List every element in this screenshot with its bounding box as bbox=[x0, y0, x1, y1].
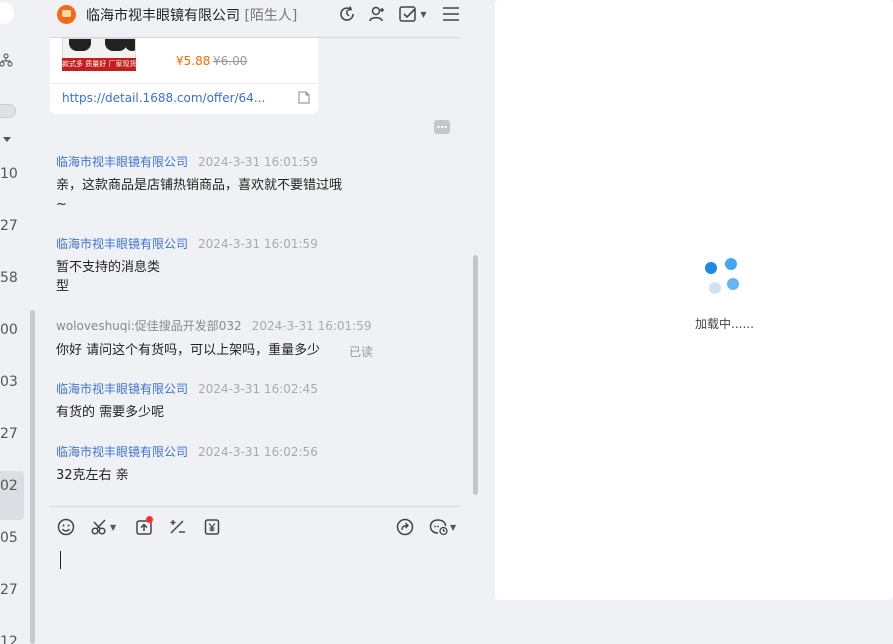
sidebar-scrollbar[interactable] bbox=[30, 310, 35, 644]
conversation-time: 27 bbox=[0, 218, 18, 234]
scissors-icon[interactable]: ▼ bbox=[91, 517, 116, 537]
chat-history-icon[interactable]: ▼ bbox=[429, 517, 456, 537]
doc-icon[interactable] bbox=[298, 91, 310, 108]
message-meta: 临海市视丰眼镜有限公司 2024-3-31 16:02:45 bbox=[56, 380, 318, 397]
chat-header: 临海市视丰眼镜有限公司 [陌生人] ▼ bbox=[36, 0, 481, 28]
card-divider bbox=[50, 83, 318, 84]
notification-dot bbox=[146, 516, 153, 523]
input-divider bbox=[50, 506, 460, 507]
message-time: 2024-3-31 16:02:56 bbox=[198, 445, 318, 459]
avatar-partial[interactable] bbox=[0, 2, 14, 24]
chat-title: 临海市视丰眼镜有限公司 [陌生人] bbox=[86, 5, 297, 25]
share-icon[interactable] bbox=[396, 517, 414, 537]
detail-pane: 加载中...... bbox=[495, 0, 893, 600]
conversation-time: 27 bbox=[0, 582, 18, 598]
message-sender[interactable]: 临海市视丰眼镜有限公司 bbox=[56, 155, 188, 169]
product-price: ¥5.88 bbox=[176, 54, 211, 68]
org-tree-icon[interactable] bbox=[0, 53, 14, 67]
message-text: 有货的 需要多少呢 bbox=[56, 405, 165, 420]
conversation-time: 05 bbox=[0, 530, 18, 546]
conversation-time: 27 bbox=[0, 426, 18, 442]
toggle-switch[interactable] bbox=[0, 104, 16, 118]
message-meta: 临海市视丰眼镜有限公司 2024-3-31 16:01:59 bbox=[56, 153, 318, 170]
message-sender[interactable]: 临海市视丰眼镜有限公司 bbox=[56, 237, 188, 251]
stranger-tag: [陌生人] bbox=[244, 8, 298, 24]
conversation-time: 12 bbox=[0, 634, 18, 644]
message-time: 2024-3-31 16:01:59 bbox=[198, 155, 318, 169]
message-input[interactable] bbox=[60, 551, 61, 569]
message-text: 暂不支持的消息类 型 bbox=[56, 260, 161, 294]
message-time: 2024-3-31 16:01:59 bbox=[198, 237, 318, 251]
more-options-icon[interactable] bbox=[434, 120, 450, 134]
product-image-caption: 款式多 质量好 厂家现货 bbox=[62, 58, 136, 71]
product-card[interactable]: 款式多 质量好 厂家现货 ¥5.88 ¥6.00 https://detail.… bbox=[50, 38, 318, 114]
menu-icon[interactable] bbox=[440, 3, 462, 25]
message-text: 亲，这款商品是店铺热销商品，喜欢就不要错过哦 ~ bbox=[56, 178, 343, 212]
message-meta: woloveshuqi:促佳搜品开发部032 2024-3-31 16:01:59 bbox=[56, 317, 372, 334]
add-user-icon[interactable] bbox=[366, 3, 388, 25]
chat-panel: 临海市视丰眼镜有限公司 [陌生人] ▼ 款式多 质量好 厂家现货 ¥5.88 ¥… bbox=[36, 0, 481, 644]
caret-down-icon[interactable] bbox=[3, 137, 11, 143]
loading-text: 加载中...... bbox=[695, 317, 754, 331]
message-text: 你好 请问这个有货吗，可以上架吗，重量多少 bbox=[56, 343, 321, 358]
loading-spinner-icon bbox=[703, 258, 743, 298]
message-time: 2024-3-31 16:01:59 bbox=[251, 319, 372, 333]
conversation-time: 10 bbox=[0, 166, 18, 182]
conversation-time: 00 bbox=[0, 322, 18, 338]
message-sender[interactable]: 临海市视丰眼镜有限公司 bbox=[56, 382, 188, 396]
message-time: 2024-3-31 16:02:45 bbox=[198, 382, 318, 396]
quick-phrase-icon[interactable] bbox=[169, 517, 187, 537]
chat-scrollbar[interactable] bbox=[473, 255, 478, 495]
conversation-time: 02 bbox=[0, 478, 18, 494]
product-link[interactable]: https://detail.1688.com/offer/64... bbox=[62, 91, 265, 105]
message-meta: 临海市视丰眼镜有限公司 2024-3-31 16:01:59 bbox=[56, 235, 318, 252]
read-status: 已读 bbox=[349, 345, 374, 359]
message-sender[interactable]: 临海市视丰眼镜有限公司 bbox=[56, 445, 188, 459]
coupon-icon[interactable] bbox=[203, 517, 221, 537]
shop-name: 临海市视丰眼镜有限公司 bbox=[86, 8, 240, 24]
conversation-time: 03 bbox=[0, 374, 18, 390]
message-text: 32克左右 亲 bbox=[56, 468, 129, 483]
task-check-icon[interactable]: ▼ bbox=[398, 3, 428, 25]
message-sender[interactable]: woloveshuqi:促佳搜品开发部032 bbox=[56, 319, 242, 333]
shop-avatar[interactable] bbox=[57, 5, 76, 24]
conversation-list-strip: 10 27 58 00 03 27 02 05 27 12 bbox=[0, 0, 36, 644]
product-original-price: ¥6.00 bbox=[213, 54, 248, 68]
conversation-time: 58 bbox=[0, 270, 18, 286]
refresh-icon[interactable] bbox=[336, 3, 358, 25]
emoji-icon[interactable] bbox=[57, 517, 75, 537]
message-meta: 临海市视丰眼镜有限公司 2024-3-31 16:02:56 bbox=[56, 443, 318, 460]
